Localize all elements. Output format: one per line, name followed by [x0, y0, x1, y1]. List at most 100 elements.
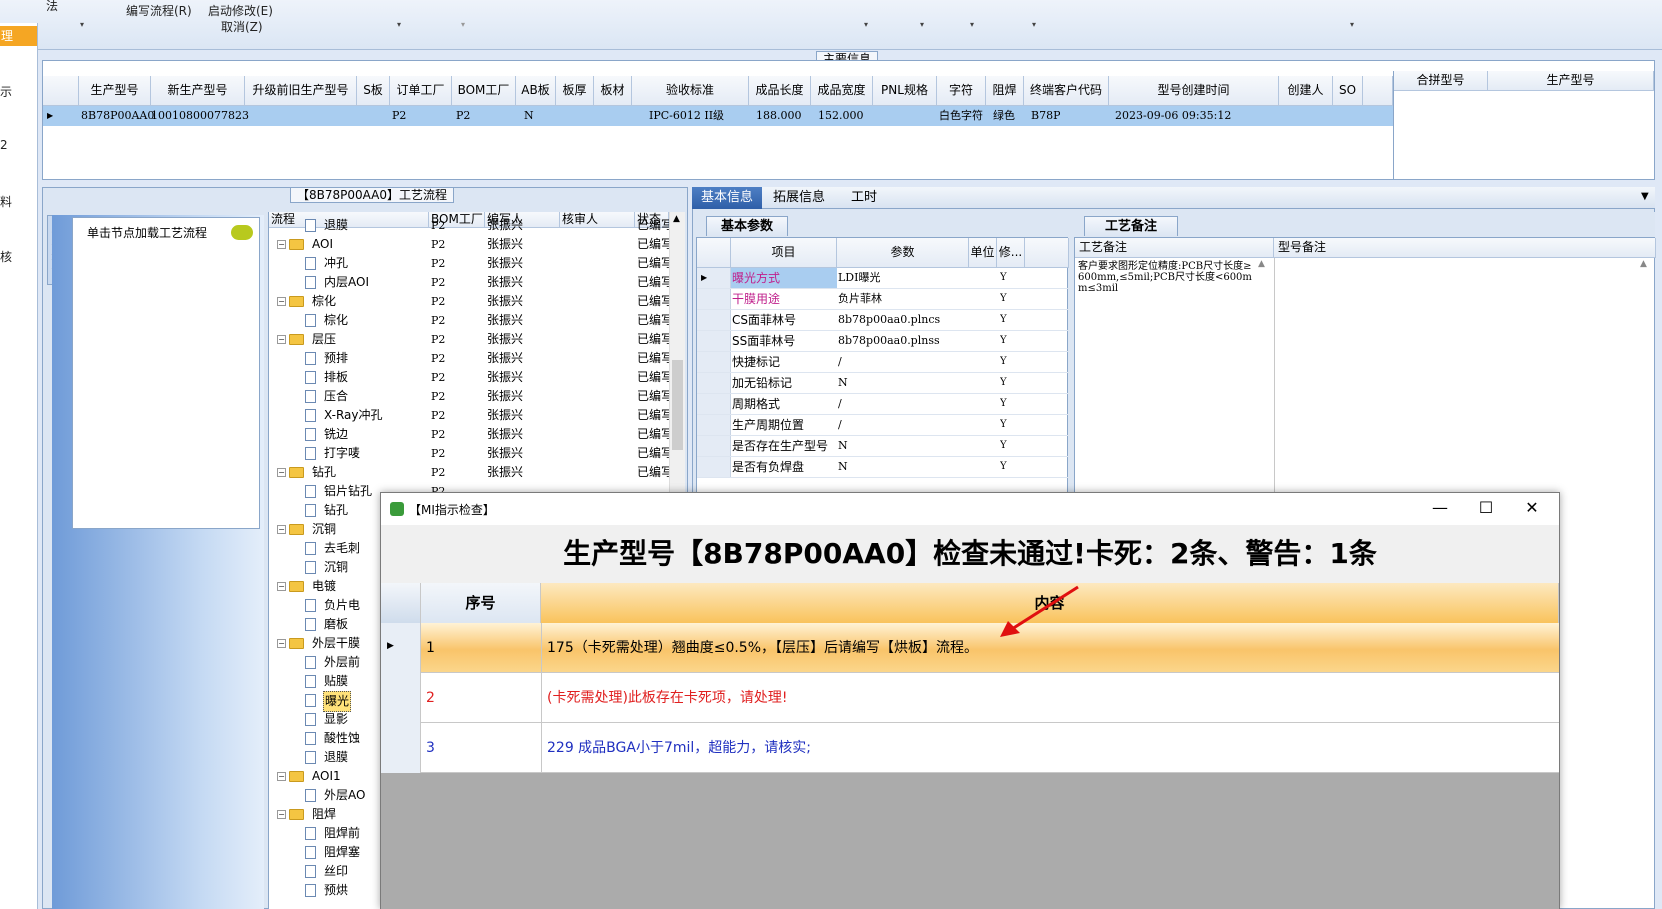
param-row[interactable]: 是否存在生产型号 N Y [697, 436, 1069, 457]
col-header[interactable]: 生产型号 [79, 76, 151, 106]
tree-node[interactable]: 预排 P2 张振兴 已编写 [269, 349, 669, 368]
nav-item[interactable]: 料 [0, 193, 37, 210]
tab-basic-info[interactable]: 基本信息 [692, 187, 762, 209]
nav-item[interactable]: 示 [0, 83, 37, 100]
table-row[interactable]: 2 (卡死需处理)此板存在卡死项，请处理! [381, 673, 1559, 723]
tree-node[interactable]: 退膜 P2 张振兴 已编写 [269, 216, 669, 235]
tree-node[interactable]: 棕化 P2 张振兴 已编写 [269, 311, 669, 330]
tree-node[interactable]: 排板 P2 张振兴 已编写 [269, 368, 669, 387]
param-row[interactable]: CS面菲林号 8b78p00aa0.plncs Y [697, 310, 1069, 331]
nav-item[interactable]: 2 [0, 138, 37, 152]
col-header[interactable]: 新生产型号 [151, 76, 245, 106]
start-modify-button[interactable]: 启动修改(E) [208, 2, 273, 19]
col-header[interactable]: 创建人 [1279, 76, 1333, 106]
col-header[interactable]: 修... [997, 238, 1025, 268]
col-header[interactable]: 合拼型号 [1394, 71, 1488, 91]
param-row[interactable]: 是否有负焊盘 N Y [697, 457, 1069, 478]
table-row[interactable]: 3 229 成品BGA小于7mil，超能力，请核实; [381, 723, 1559, 773]
collapse-icon[interactable]: − [277, 335, 286, 344]
table-row[interactable]: ▶ 8B78P00AA0 10010800077823 P2 P2 N IPC-… [43, 106, 1393, 126]
maximize-icon[interactable]: ☐ [1463, 493, 1509, 525]
tab-extended-info[interactable]: 拓展信息 [764, 187, 834, 209]
param-row[interactable]: 周期格式 / Y [697, 394, 1069, 415]
col-header[interactable]: 验收标准 [632, 76, 749, 106]
col-header[interactable]: PNL规格 [873, 76, 937, 106]
dropdown-arrow-icon[interactable]: ▾ [920, 20, 924, 29]
dialog-heading: 生产型号【8B78P00AA0】检查未通过!卡死：2条、警告：1条 [381, 525, 1559, 583]
dropdown-arrow-icon[interactable]: ▾ [397, 20, 401, 29]
tree-node[interactable]: X-Ray冲孔 P2 张振兴 已编写 [269, 406, 669, 425]
dropdown-arrow-icon[interactable]: ▾ [461, 20, 465, 29]
scroll-up-icon[interactable]: ▲ [1258, 259, 1265, 269]
collapse-icon[interactable]: − [277, 525, 286, 534]
tree-node[interactable]: 内层AOI P2 张振兴 已编写 [269, 273, 669, 292]
dropdown-arrow-icon[interactable]: ▾ [864, 20, 868, 29]
cancel-button[interactable]: 取消(Z) [221, 18, 263, 35]
collapse-icon[interactable]: − [277, 240, 286, 249]
col-header[interactable]: 字符 [937, 76, 986, 106]
param-row[interactable]: SS面菲林号 8b78p00aa0.plnss Y [697, 331, 1069, 352]
col-header[interactable]: 升级前旧生产型号 [245, 76, 357, 106]
col-header[interactable]: 板材 [594, 76, 632, 106]
param-value: 负片菲林 [838, 292, 882, 305]
collapse-icon[interactable]: − [277, 297, 286, 306]
col-header[interactable]: 项目 [731, 238, 837, 268]
col-header[interactable]: 终端客户代码 [1024, 76, 1109, 106]
file-icon [305, 390, 316, 403]
write-flow-button[interactable]: 编写流程(R) [126, 2, 192, 19]
col-header[interactable]: 订单工厂 [390, 76, 452, 106]
tree-node[interactable]: − 钻孔 P2 张振兴 已编写 [269, 463, 669, 482]
col-header[interactable]: 型号创建时间 [1109, 76, 1279, 106]
tree-node[interactable]: − 棕化 P2 张振兴 已编写 [269, 292, 669, 311]
scroll-up-icon[interactable]: ▲ [673, 214, 680, 224]
col-header[interactable]: 生产型号 [1488, 71, 1654, 91]
param-row[interactable]: 加无铅标记 N Y [697, 373, 1069, 394]
nav-item[interactable]: 核 [0, 248, 37, 265]
panel-dropdown-icon[interactable]: ▼ [1641, 191, 1649, 202]
col-header[interactable]: 单位 [969, 238, 997, 268]
tree-node[interactable]: − 层压 P2 张振兴 已编写 [269, 330, 669, 349]
scroll-thumb[interactable] [672, 360, 683, 450]
scroll-up-icon[interactable]: ▲ [1640, 259, 1647, 269]
dropdown-arrow-icon[interactable]: ▾ [1350, 20, 1354, 29]
collapse-icon[interactable]: − [277, 468, 286, 477]
close-icon[interactable]: ✕ [1509, 493, 1555, 525]
param-row[interactable]: 干膜用途 负片菲林 Y [697, 289, 1069, 310]
col-header[interactable]: SO [1333, 76, 1363, 106]
param-row[interactable]: 生产周期位置 / Y [697, 415, 1069, 436]
col-header[interactable]: 阻焊 [986, 76, 1024, 106]
tree-node[interactable]: 打字唛 P2 张振兴 已编写 [269, 444, 669, 463]
collapse-icon[interactable]: − [277, 772, 286, 781]
col-header[interactable]: 成品长度 [749, 76, 811, 106]
col-header[interactable]: S板 [357, 76, 390, 106]
collapse-icon[interactable]: − [277, 582, 286, 591]
col-header[interactable]: 板厚 [556, 76, 594, 106]
col-header[interactable]: 型号备注 [1274, 238, 1656, 258]
nav-item-active[interactable]: 理 [0, 26, 37, 46]
tree-node[interactable]: − AOI P2 张振兴 已编写 [269, 235, 669, 254]
col-header[interactable]: BOM工厂 [452, 76, 516, 106]
tree-node[interactable]: 压合 P2 张振兴 已编写 [269, 387, 669, 406]
collapse-icon[interactable]: − [277, 639, 286, 648]
dropdown-arrow-icon[interactable]: ▾ [970, 20, 974, 29]
dialog-titlebar[interactable]: 【MI指示检查】 — ☐ ✕ [381, 493, 1559, 525]
tree-node[interactable]: 铣边 P2 张振兴 已编写 [269, 425, 669, 444]
col-header[interactable]: 参数 [837, 238, 969, 268]
tab-work-hours[interactable]: 工时 [834, 187, 894, 209]
table-row[interactable]: ▶ 1 175（卡死需处理）翘曲度≤0.5%，【层压】后请编写【烘板】流程。 [381, 623, 1559, 673]
param-row[interactable]: ▶ 曝光方式 LDI曝光 Y [697, 268, 1069, 289]
tree-node-label: 丝印 [324, 864, 349, 878]
dropdown-arrow-icon[interactable]: ▾ [80, 20, 84, 29]
minimize-icon[interactable]: — [1417, 493, 1463, 525]
col-header[interactable]: AB板 [516, 76, 556, 106]
param-row[interactable]: 快捷标记 / Y [697, 352, 1069, 373]
param-item: 快捷标记 [732, 355, 781, 369]
tree-node[interactable]: 冲孔 P2 张振兴 已编写 [269, 254, 669, 273]
col-header-no[interactable]: 序号 [421, 583, 541, 623]
file-icon [305, 352, 316, 365]
tree-node-label: 压合 [324, 389, 349, 403]
col-header[interactable]: 工艺备注 [1075, 238, 1274, 258]
collapse-icon[interactable]: − [277, 810, 286, 819]
col-header[interactable]: 成品宽度 [811, 76, 873, 106]
dropdown-arrow-icon[interactable]: ▾ [1032, 20, 1036, 29]
